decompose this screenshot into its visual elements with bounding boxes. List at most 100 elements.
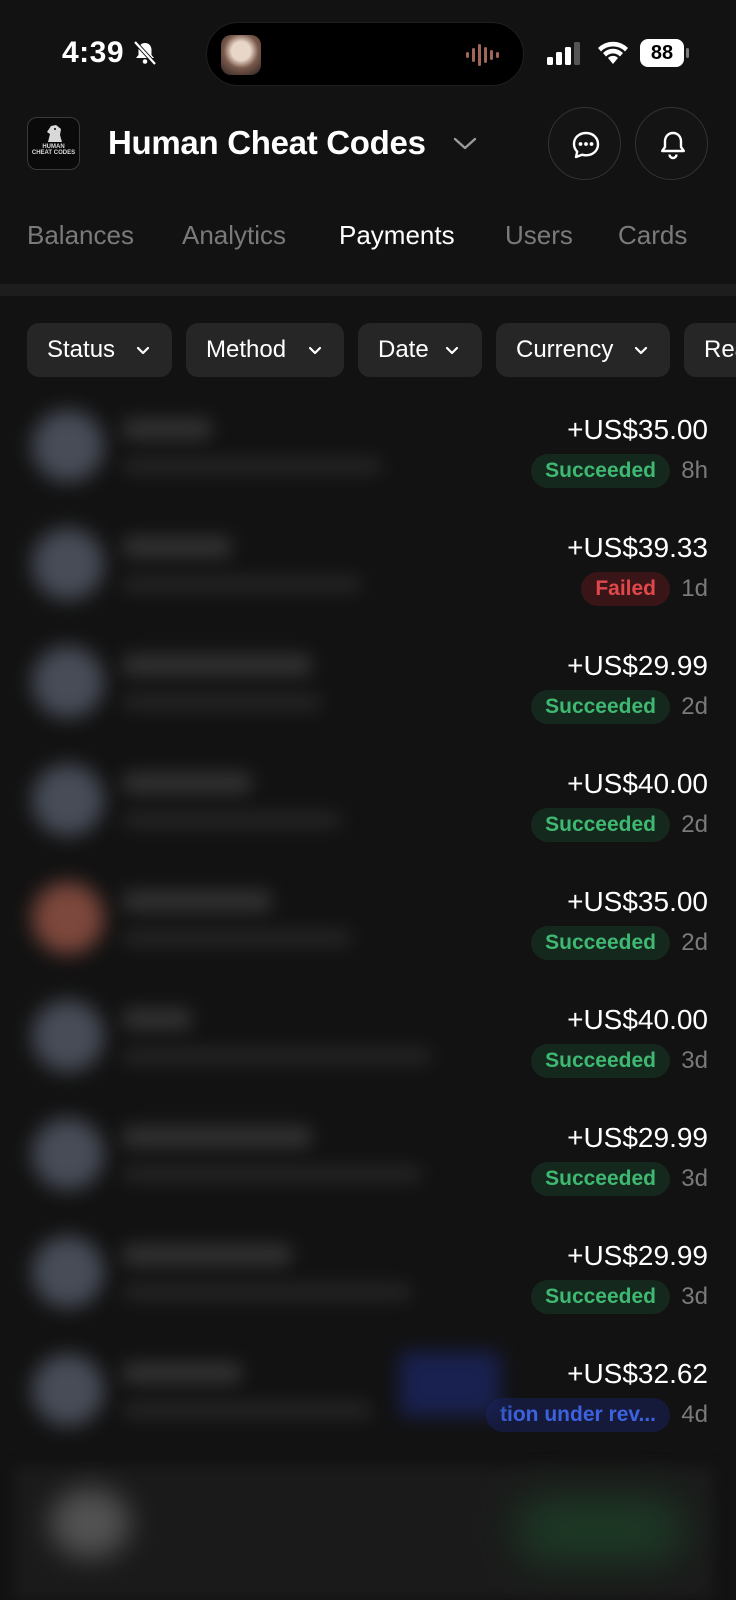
customer-email-redacted (122, 694, 322, 710)
dynamic-island[interactable] (206, 22, 524, 86)
logo-text-line2: CHEAT CODES (31, 150, 76, 156)
payment-row[interactable]: +US$39.33 Failed 1d (18, 518, 718, 636)
section-divider (0, 284, 736, 296)
status-badge: Succeeded (531, 808, 670, 842)
customer-avatar (32, 410, 104, 482)
status-badge: Failed (581, 572, 670, 606)
payment-amount: +US$35.00 (567, 414, 708, 445)
customer-email-redacted (122, 1048, 432, 1064)
tab-users[interactable]: Users (505, 220, 573, 251)
loading-badge-placeholder (520, 1500, 680, 1560)
payment-amount: +US$40.00 (567, 768, 708, 799)
payment-row[interactable]: +US$40.00 Succeeded 2d (18, 754, 718, 872)
chevron-down-icon (308, 346, 322, 355)
customer-email-redacted (122, 1402, 372, 1418)
filter-method[interactable]: Method (186, 323, 344, 377)
payment-time-ago: 3d (681, 1283, 708, 1310)
battery-level: 88 (650, 42, 674, 64)
payment-row[interactable]: +US$29.99 Succeeded 3d (18, 1108, 718, 1226)
silent-bell-icon (133, 40, 157, 66)
status-badge: Succeeded (531, 926, 670, 960)
payment-row[interactable]: +US$35.00 Succeeded 2d (18, 872, 718, 990)
filter-reason-label: Rea (704, 336, 736, 363)
chevron-down-icon (634, 346, 648, 355)
payment-amount: +US$29.99 (567, 1122, 708, 1153)
filter-bar: Status Method Date Currency Rea (0, 323, 736, 377)
filter-status-label: Status (47, 336, 116, 363)
tab-balances[interactable]: Balances (27, 220, 134, 251)
messages-button[interactable] (548, 107, 621, 180)
customer-avatar (32, 528, 104, 600)
audio-waveform-icon (466, 44, 499, 66)
chess-knight-logo-icon (47, 125, 62, 142)
chevron-down-icon[interactable] (452, 134, 478, 152)
filter-status[interactable]: Status (27, 323, 172, 377)
tab-cards[interactable]: Cards (618, 220, 687, 251)
customer-avatar (32, 764, 104, 836)
payment-time-ago: 1d (681, 575, 708, 602)
customer-email-redacted (122, 1166, 422, 1182)
status-badge: Succeeded (531, 1044, 670, 1078)
loading-avatar-placeholder (50, 1488, 130, 1558)
payment-row[interactable]: +US$35.00 Succeeded 8h (18, 400, 718, 518)
filter-date-label: Date (378, 336, 429, 363)
account-title[interactable]: Human Cheat Codes (108, 124, 426, 162)
payment-time-ago: 8h (681, 457, 708, 484)
customer-email-redacted (122, 1284, 412, 1300)
chevron-down-icon (136, 346, 150, 355)
payment-amount: +US$40.00 (567, 1004, 708, 1035)
now-playing-avatar (221, 35, 261, 75)
chat-bubble-icon (572, 131, 600, 159)
wifi-icon (598, 41, 628, 64)
payment-row[interactable]: +US$40.00 Succeeded 3d (18, 990, 718, 1108)
customer-avatar (32, 882, 104, 954)
payment-time-ago: 3d (681, 1165, 708, 1192)
customer-name-redacted (122, 1362, 242, 1384)
payment-time-ago: 2d (681, 693, 708, 720)
customer-avatar (32, 1118, 104, 1190)
blur-overlay (400, 1352, 500, 1416)
payment-row[interactable]: +US$29.99 Succeeded 3d (18, 1226, 718, 1344)
customer-name-redacted (122, 1126, 312, 1148)
notifications-button[interactable] (635, 107, 708, 180)
customer-name-redacted (122, 1008, 192, 1030)
customer-name-redacted (122, 536, 232, 558)
filter-currency-label: Currency (516, 336, 614, 363)
customer-name-redacted (122, 654, 312, 676)
payment-amount: +US$32.62 (567, 1358, 708, 1389)
tab-payments[interactable]: Payments (339, 220, 455, 251)
cellular-signal-icon (547, 42, 580, 65)
filter-reason[interactable]: Rea (684, 323, 736, 377)
customer-avatar (32, 1236, 104, 1308)
status-badge: Succeeded (531, 454, 670, 488)
payment-row[interactable]: +US$29.99 Succeeded 2d (18, 636, 718, 754)
customer-name-redacted (122, 890, 272, 912)
filter-date[interactable]: Date (358, 323, 482, 377)
bell-icon (661, 131, 685, 160)
customer-avatar (32, 646, 104, 718)
customer-name-redacted (122, 418, 212, 440)
payment-amount: +US$35.00 (567, 886, 708, 917)
customer-avatar (32, 1000, 104, 1072)
payment-time-ago: 4d (681, 1401, 708, 1428)
payment-amount: +US$29.99 (567, 650, 708, 681)
status-badge: Succeeded (531, 690, 670, 724)
filter-method-label: Method (206, 336, 287, 363)
payment-time-ago: 2d (681, 929, 708, 956)
customer-email-redacted (122, 812, 342, 828)
customer-email-redacted (122, 576, 362, 592)
filter-currency[interactable]: Currency (496, 323, 670, 377)
customer-email-redacted (122, 458, 382, 474)
chevron-down-icon (445, 346, 459, 355)
status-badge: Succeeded (531, 1162, 670, 1196)
customer-email-redacted (122, 930, 352, 946)
customer-name-redacted (122, 1244, 292, 1266)
payment-row[interactable]: +US$32.62 tion under rev... 4d (18, 1344, 718, 1462)
tab-analytics[interactable]: Analytics (182, 220, 286, 251)
status-badge: Succeeded (531, 1280, 670, 1314)
customer-avatar (32, 1354, 104, 1426)
app-logo[interactable]: HUMAN CHEAT CODES (27, 117, 80, 170)
status-time: 4:39 (62, 36, 125, 69)
payment-amount: +US$39.33 (567, 532, 708, 563)
payment-amount: +US$29.99 (567, 1240, 708, 1271)
